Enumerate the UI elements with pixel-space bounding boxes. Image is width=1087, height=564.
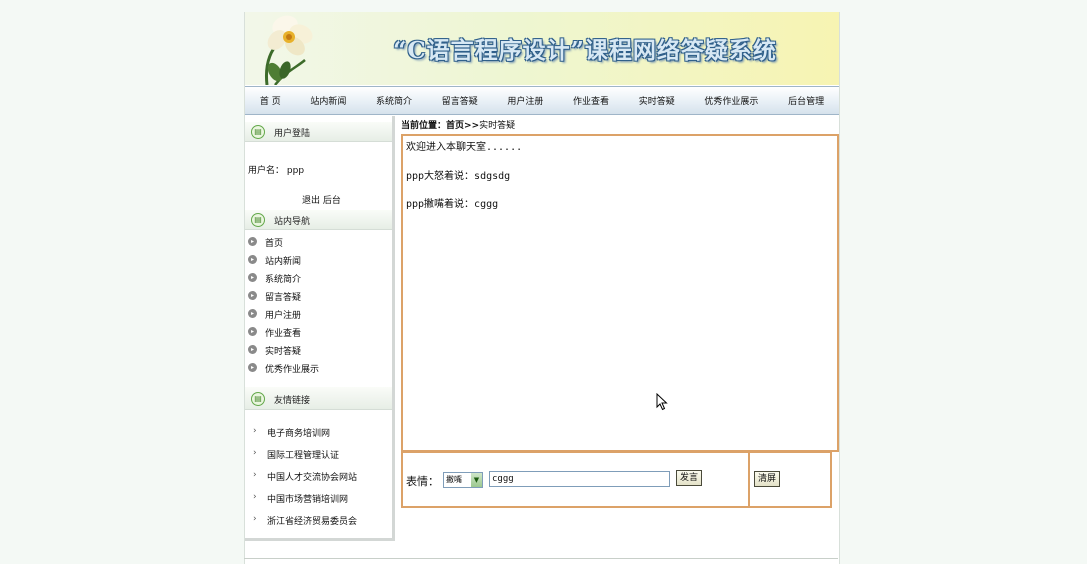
bullet-icon: ▸ <box>248 291 257 300</box>
links-section-header: ▤ 友情链接 <box>245 387 392 410</box>
sidebar-item-news[interactable]: ▸ 站内新闻 <box>245 254 385 272</box>
mouse-pointer-icon <box>656 393 668 411</box>
breadcrumb-current: 实时答疑 <box>479 121 516 131</box>
chat-message: ppp撇嘴着说：cggg <box>406 199 499 210</box>
bullet-icon: ▸ <box>248 255 257 264</box>
book-icon: ▤ <box>251 392 265 406</box>
sidebar-item-homework[interactable]: ▸ 作业查看 <box>245 326 385 344</box>
nav-section-title: 站内导航 <box>274 217 311 227</box>
clear-screen-button[interactable]: 清屏 <box>754 471 781 487</box>
breadcrumb-label: 当前位置： <box>401 121 447 131</box>
nav-section-header: ▤ 站内导航 <box>245 210 392 230</box>
book-icon: ▤ <box>251 125 265 139</box>
top-nav: 首 页 站内新闻 系统简介 留言答疑 用户注册 作业查看 实时答疑 优秀作业展示… <box>245 86 839 115</box>
friend-link[interactable]: › 浙江省经济贸易委员会 <box>245 514 390 536</box>
sidebar: ▤ 用户登陆 用户名： ppp 退出 后台 ▤ 站内导航 ▸ 首页 ▸ 站内新闻 ▸… <box>245 116 395 541</box>
arrow-right-icon: › <box>253 448 257 458</box>
sidebar-item-intro[interactable]: ▸ 系统简介 <box>245 272 385 290</box>
nav-admin[interactable]: 后台管理 <box>788 94 824 107</box>
sidebar-item-live-qa[interactable]: ▸ 实时答疑 <box>245 344 385 362</box>
chevron-down-icon[interactable]: ▼ <box>471 473 482 487</box>
login-section-header: ▤ 用户登陆 <box>245 122 392 142</box>
login-section-title: 用户登陆 <box>274 129 311 139</box>
clear-area: 清屏 <box>748 451 832 508</box>
friend-link[interactable]: › 国际工程管理认证 <box>245 448 390 470</box>
nav-register[interactable]: 用户注册 <box>507 94 543 107</box>
sidebar-item-messages[interactable]: ▸ 留言答疑 <box>245 290 385 308</box>
chat-message: ppp大怒着说：sdgsdg <box>406 171 511 182</box>
friend-link[interactable]: › 中国市场营销培训网 <box>245 492 390 514</box>
nav-homework[interactable]: 作业查看 <box>573 94 609 107</box>
admin-link[interactable]: 后台 <box>323 196 341 206</box>
nav-messages[interactable]: 留言答疑 <box>442 94 478 107</box>
message-input-area: 表情： 撇嘴 ▼ cggg 发言 <box>401 451 751 508</box>
links-section-title: 友情链接 <box>274 396 311 406</box>
expression-label: 表情： <box>406 475 439 488</box>
page-container: “C语言程序设计”课程网络答疑系统 首 页 站内新闻 系统简介 留言答疑 用户注… <box>244 12 840 564</box>
send-button[interactable]: 发言 <box>676 470 703 486</box>
sidebar-item-register[interactable]: ▸ 用户注册 <box>245 308 385 326</box>
sidebar-item-showcase[interactable]: ▸ 优秀作业展示 <box>245 362 385 380</box>
nav-home[interactable]: 首 页 <box>260 94 281 107</box>
expression-select[interactable]: 撇嘴 ▼ <box>443 472 483 488</box>
flower-logo <box>265 15 313 85</box>
arrow-right-icon: › <box>253 426 257 436</box>
page-bottom-divider <box>244 558 838 559</box>
breadcrumb: 当前位置：首页>>实时答疑 <box>401 118 515 131</box>
bullet-icon: ▸ <box>248 237 257 246</box>
nav-news[interactable]: 站内新闻 <box>310 94 346 107</box>
friend-link[interactable]: › 电子商务培训网 <box>245 426 390 448</box>
logout-link[interactable]: 退出 <box>302 196 320 206</box>
username-row: 用户名： ppp <box>248 163 304 176</box>
bullet-icon: ▸ <box>248 309 257 318</box>
username-label: 用户名： <box>248 166 285 176</box>
friend-link[interactable]: › 中国人才交流协会网站 <box>245 470 390 492</box>
friend-links-list: › 电子商务培训网 › 国际工程管理认证 › 中国人才交流协会网站 › 中国市场营销培训… <box>245 426 390 536</box>
login-actions: 退出 后台 <box>302 193 341 206</box>
arrow-right-icon: › <box>253 470 257 480</box>
nav-live-qa[interactable]: 实时答疑 <box>639 94 675 107</box>
nav-intro[interactable]: 系统简介 <box>376 94 412 107</box>
message-input[interactable]: cggg <box>489 471 670 487</box>
bullet-icon: ▸ <box>248 345 257 354</box>
bullet-icon: ▸ <box>248 363 257 372</box>
bullet-icon: ▸ <box>248 327 257 336</box>
breadcrumb-separator: >> <box>464 121 480 131</box>
bullet-icon: ▸ <box>248 273 257 282</box>
book-icon: ▤ <box>251 213 265 227</box>
chat-display[interactable]: 欢迎进入本聊天室...... ppp大怒着说：sdgsdg ppp撇嘴着说：cg… <box>401 134 839 452</box>
banner-title: “C语言程序设计”课程网络答疑系统 <box>393 37 777 64</box>
chat-message: 欢迎进入本聊天室...... <box>406 142 523 153</box>
arrow-right-icon: › <box>253 514 257 524</box>
username-value: ppp <box>286 166 305 176</box>
header-banner: “C语言程序设计”课程网络答疑系统 <box>245 12 839 85</box>
sidebar-item-home[interactable]: ▸ 首页 <box>245 236 385 254</box>
arrow-right-icon: › <box>253 492 257 502</box>
nav-showcase[interactable]: 优秀作业展示 <box>704 94 758 107</box>
site-nav-list: ▸ 首页 ▸ 站内新闻 ▸ 系统简介 ▸ 留言答疑 ▸ 用户注册 ▸ 作业查看 ▸ 实时答疑 … <box>245 236 385 380</box>
breadcrumb-home[interactable]: 首页 <box>446 121 464 131</box>
